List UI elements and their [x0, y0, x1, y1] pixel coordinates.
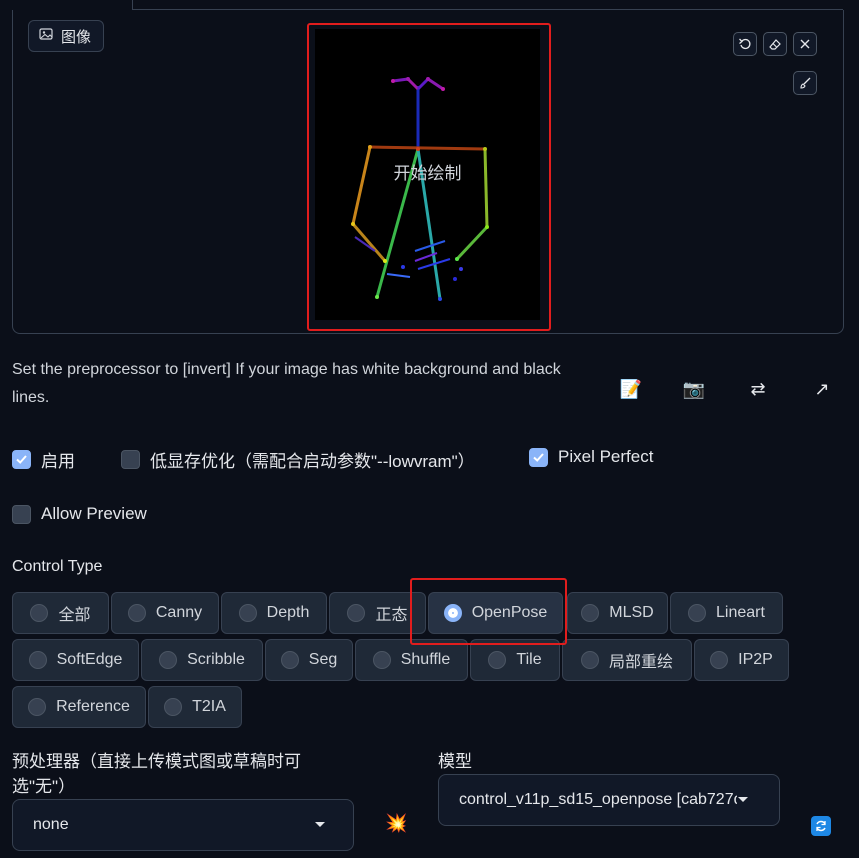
- checkbox-checked-icon: [12, 450, 31, 469]
- radio-icon: [580, 651, 599, 669]
- radio-label: Scribble: [187, 651, 245, 668]
- pixel-perfect-label: Pixel Perfect: [558, 447, 654, 466]
- checkbox-unchecked-icon: [121, 450, 140, 469]
- eraser-button[interactable]: [763, 32, 787, 56]
- radio-label: Reference: [56, 698, 130, 715]
- radio-label: Depth: [266, 604, 310, 621]
- radio-icon: [347, 604, 366, 622]
- radio-icon: [488, 651, 507, 669]
- control-type-canny[interactable]: Canny: [111, 592, 219, 634]
- image-icon: [39, 27, 53, 45]
- preprocessor-value: none: [33, 816, 69, 833]
- radio-icon: [581, 604, 600, 622]
- allow-preview-checkbox[interactable]: Allow Preview: [12, 504, 147, 524]
- drawing-canvas[interactable]: 开始绘制: [315, 29, 540, 320]
- low-vram-checkbox[interactable]: 低显存优化（需配合启动参数"--lowvram"）: [121, 447, 475, 472]
- radio-label: IP2P: [738, 651, 773, 668]
- brush-icon: [800, 77, 811, 89]
- refresh-icon: [816, 820, 826, 832]
- radio-icon: [710, 651, 729, 669]
- undo-icon: [739, 38, 751, 50]
- control-type-softedge[interactable]: SoftEdge: [12, 639, 139, 681]
- radio-label: 全部: [58, 607, 91, 624]
- checkbox-unchecked-icon: [12, 504, 31, 524]
- radio-label: Tile: [516, 651, 542, 668]
- enable-checkbox[interactable]: 启用: [12, 447, 75, 472]
- radio-label: MLSD: [609, 604, 654, 621]
- control-type-lineart[interactable]: Lineart: [670, 592, 783, 634]
- openpose-highlight-box: [410, 578, 567, 645]
- radio-icon: [280, 651, 299, 669]
- undo-button[interactable]: [733, 32, 757, 56]
- pixel-perfect-checkbox[interactable]: Pixel Perfect: [529, 447, 653, 467]
- control-type-seg[interactable]: Seg: [265, 639, 353, 681]
- control-type-mlsd[interactable]: MLSD: [567, 592, 668, 634]
- edit-icon[interactable]: 📝: [618, 376, 644, 402]
- control-type-inpaint[interactable]: 局部重绘: [562, 639, 692, 681]
- preprocessor-label: 预处理器（直接上传模式图或草稿时可选"无"）: [12, 752, 301, 796]
- canvas-overlay-text: 开始绘制: [393, 164, 462, 183]
- chevron-down-icon: [738, 797, 748, 802]
- low-vram-label: 低显存优化（需配合启动参数"--lowvram"）: [150, 452, 475, 471]
- radio-icon: [164, 698, 183, 716]
- close-icon: [800, 39, 810, 49]
- radio-icon: [28, 698, 47, 716]
- model-value: control_v11p_sd15_openpose [cab727d4]: [459, 791, 737, 808]
- checkbox-checked-icon: [529, 447, 548, 467]
- control-type-all[interactable]: 全部: [12, 592, 109, 634]
- send-icon[interactable]: ↗: [809, 376, 835, 402]
- image-label: 图像: [28, 20, 105, 52]
- eraser-icon: [769, 39, 781, 50]
- model-label: 模型: [438, 752, 472, 771]
- control-type-shuffle[interactable]: Shuffle: [355, 639, 468, 681]
- image-label-text: 图像: [61, 28, 92, 46]
- chevron-down-icon: [315, 822, 325, 827]
- radio-icon: [159, 651, 178, 669]
- preprocessor-select[interactable]: none: [12, 799, 354, 851]
- control-type-label: Control Type: [12, 558, 103, 575]
- preprocessor-hint: Set the preprocessor to [invert] If your…: [12, 361, 561, 406]
- refresh-models-button[interactable]: [811, 816, 831, 836]
- control-type-depth[interactable]: Depth: [221, 592, 327, 634]
- camera-icon[interactable]: 📷: [681, 376, 707, 402]
- control-type-scribble[interactable]: Scribble: [141, 639, 263, 681]
- control-type-ip2p[interactable]: IP2P: [694, 639, 789, 681]
- radio-label: T2IA: [192, 698, 226, 715]
- radio-label: Lineart: [716, 604, 765, 621]
- control-type-tile[interactable]: Tile: [470, 639, 560, 681]
- control-type-reference[interactable]: Reference: [12, 686, 146, 728]
- brush-button[interactable]: [793, 71, 817, 95]
- radio-icon: [28, 651, 47, 669]
- radio-label: SoftEdge: [56, 651, 123, 668]
- tab-strip-border: [132, 0, 843, 10]
- swap-icon[interactable]: ⇄: [745, 376, 771, 402]
- radio-icon: [688, 604, 707, 622]
- radio-icon: [127, 604, 146, 622]
- close-button[interactable]: [793, 32, 817, 56]
- radio-label: 正态: [375, 607, 408, 624]
- radio-icon: [372, 651, 391, 669]
- radio-icon: [238, 604, 257, 622]
- allow-preview-label: Allow Preview: [41, 504, 147, 523]
- control-type-t2ia[interactable]: T2IA: [148, 686, 242, 728]
- radio-label: Shuffle: [400, 651, 451, 668]
- model-select[interactable]: control_v11p_sd15_openpose [cab727d4]: [438, 774, 780, 826]
- radio-icon: [30, 604, 49, 622]
- radio-label: Seg: [308, 651, 338, 668]
- radio-label: 局部重绘: [608, 654, 673, 671]
- run-preprocessor-icon[interactable]: 💥: [385, 813, 407, 834]
- radio-label: Canny: [155, 604, 203, 621]
- enable-label: 启用: [41, 452, 75, 471]
